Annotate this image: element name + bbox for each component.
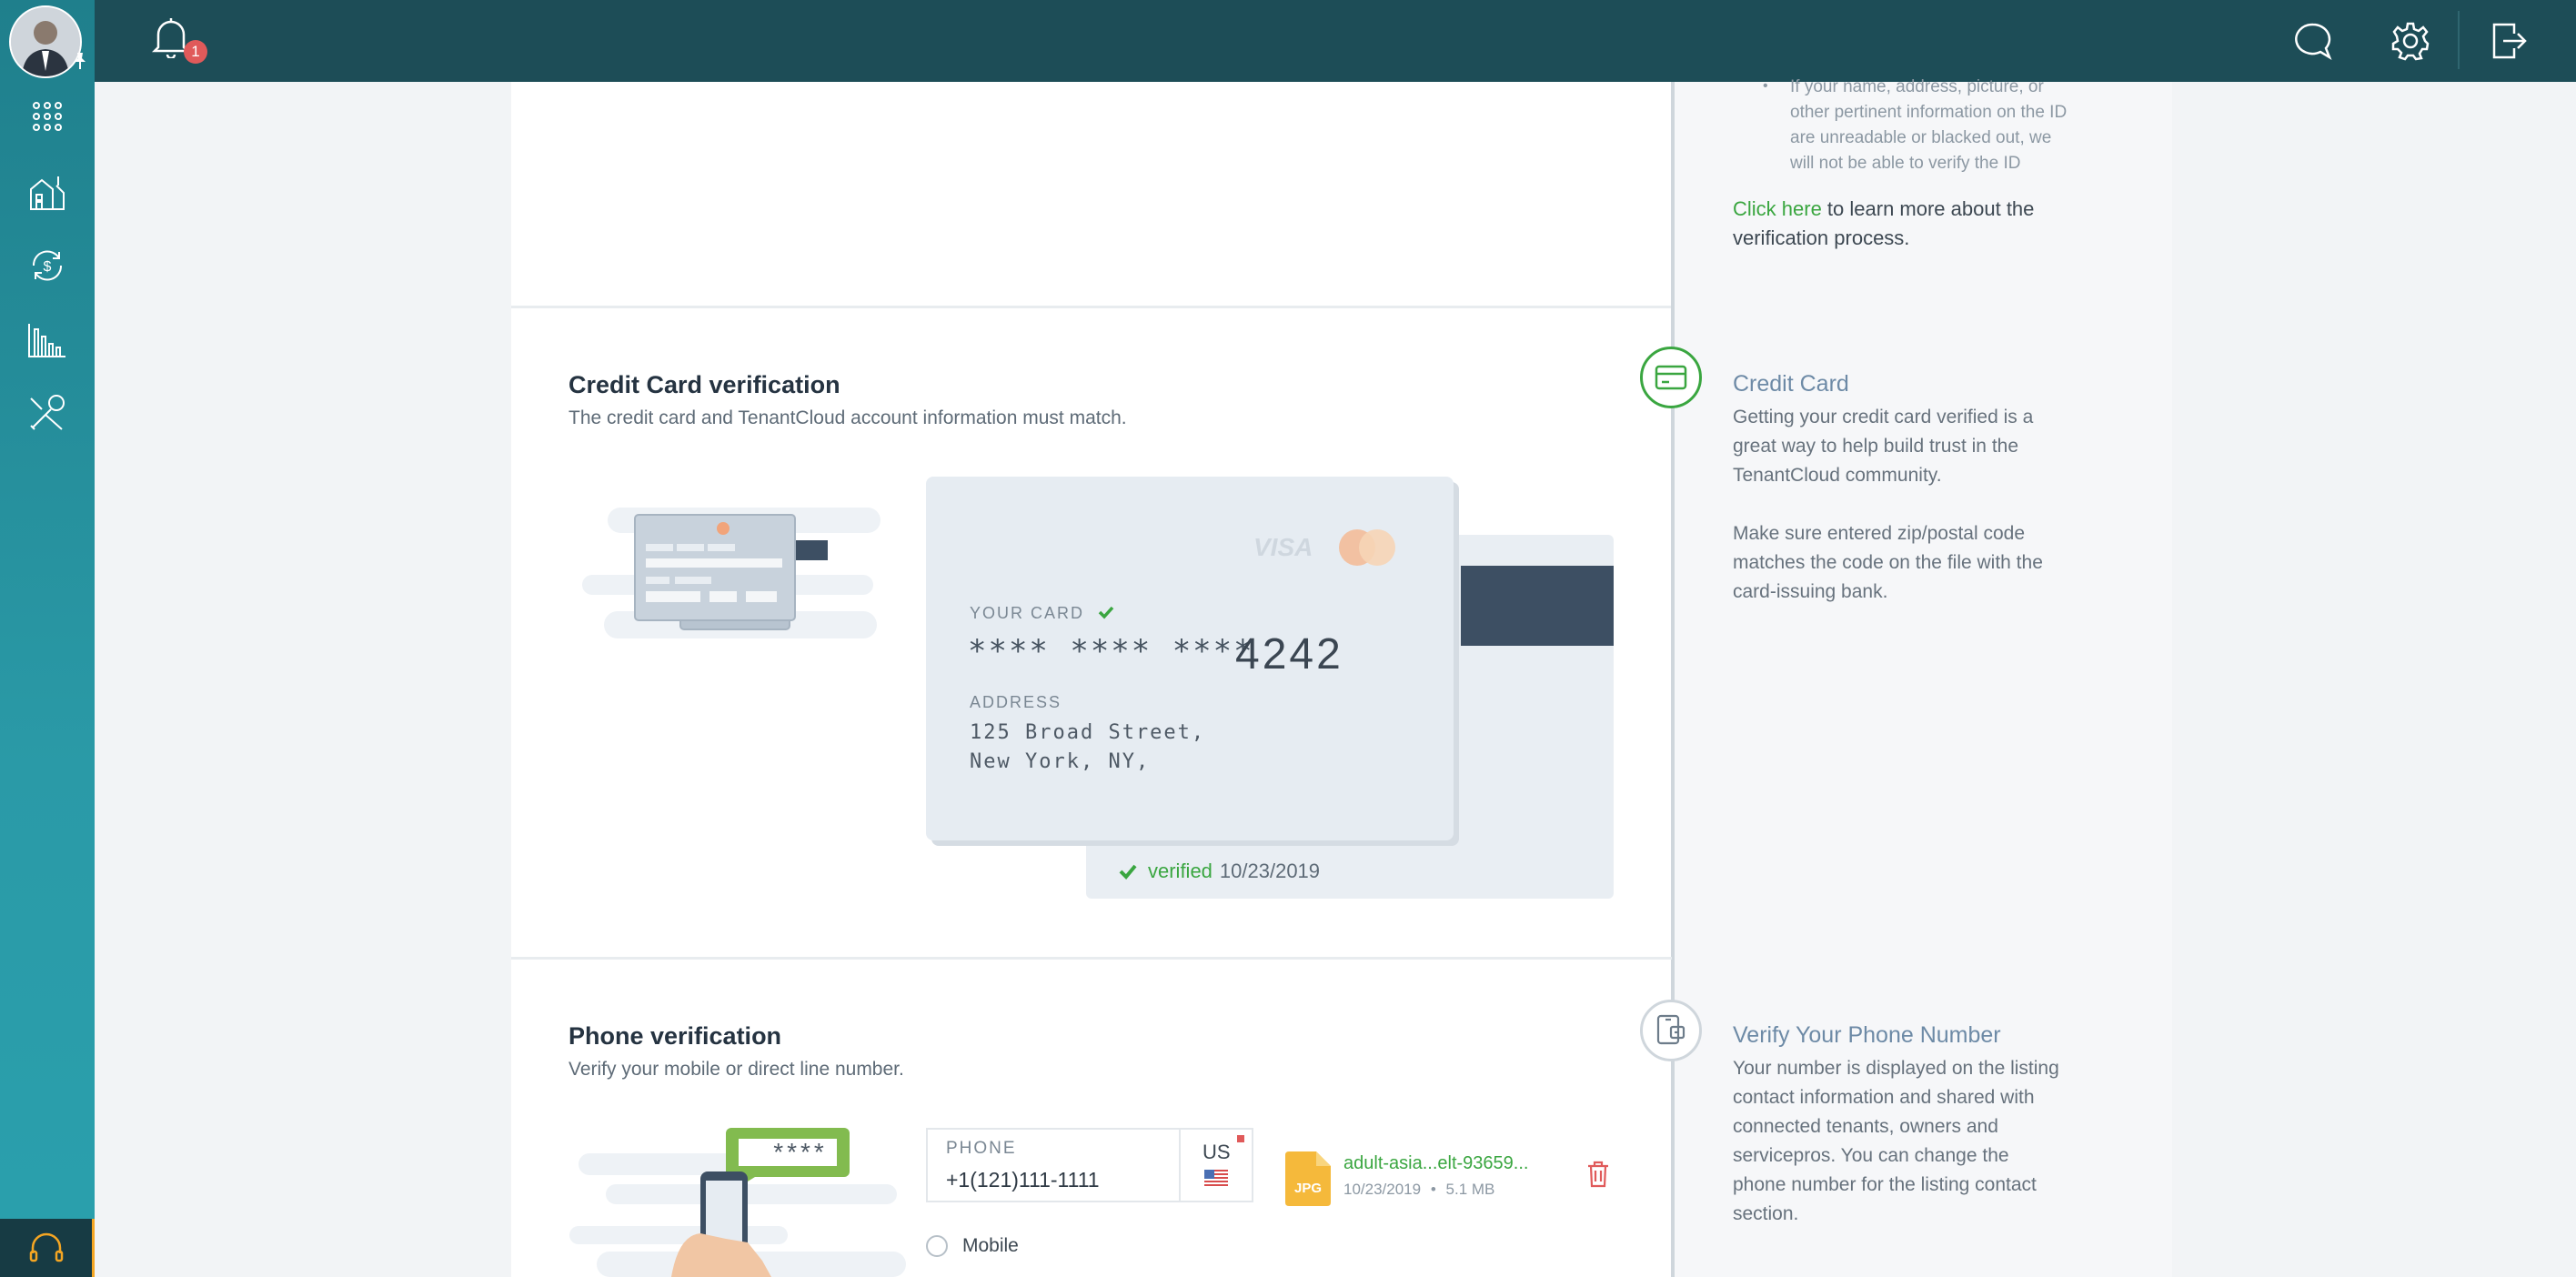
mobile-radio[interactable] xyxy=(926,1235,948,1257)
info-line: TenantCloud community. xyxy=(1733,465,1942,486)
section-divider xyxy=(511,306,1672,308)
sidebar-item-apps[interactable] xyxy=(0,80,95,153)
info-line: contact information and shared with xyxy=(1733,1087,2035,1108)
phone-title: Phone verification xyxy=(569,1022,782,1050)
top-bar xyxy=(0,0,2576,82)
check-icon xyxy=(1119,864,1137,880)
mastercard-logo xyxy=(1339,529,1395,566)
sidebar: $ xyxy=(0,0,95,1277)
toolbar-divider xyxy=(2458,11,2460,69)
code-bubble-text: **** xyxy=(773,1138,828,1166)
card-last4: 4242 xyxy=(1235,630,1343,679)
pin-icon[interactable] xyxy=(71,51,89,76)
phone-subtitle: Verify your mobile or direct line number… xyxy=(569,1059,904,1080)
sidebar-item-maintenance[interactable] xyxy=(0,377,95,449)
id-requirement-line: other pertinent information on the ID xyxy=(1790,103,2068,122)
click-here-link[interactable]: Click here xyxy=(1733,197,1822,220)
id-requirement-line: If your name, address, picture, or xyxy=(1790,77,2044,96)
file-meta: 10/23/2019 • 5.1 MB xyxy=(1343,1181,1494,1199)
gear-icon xyxy=(2391,22,2430,61)
logout-icon xyxy=(2492,23,2527,59)
notifications-button[interactable]: 1 xyxy=(151,16,207,64)
accounting-icon: $ xyxy=(32,250,63,281)
phone-field-value[interactable]: +1(121)111-1111 xyxy=(946,1168,1100,1192)
credit-card-subtitle: The credit card and TenantCloud account … xyxy=(569,407,1127,428)
file-size: 5.1 MB xyxy=(1445,1181,1495,1198)
info-line: Your number is displayed on the listing xyxy=(1733,1058,2059,1079)
phone-field-label: PHONE xyxy=(946,1139,1017,1158)
verified-status: verified 10/23/2019 xyxy=(1086,844,1614,899)
sidebar-item-reports[interactable] xyxy=(0,304,95,377)
chat-icon xyxy=(2295,23,2332,60)
phone-info-title: Verify Your Phone Number xyxy=(1733,1022,2001,1048)
address-line: 125 Broad Street, xyxy=(970,721,1206,744)
timeline-line xyxy=(1671,82,1674,1277)
info-line: servicepros. You can change the xyxy=(1733,1145,2009,1166)
credit-card-info-title: Credit Card xyxy=(1733,371,1849,397)
trash-icon xyxy=(1588,1161,1608,1188)
id-requirement-line: are unreadable or blacked out, we xyxy=(1790,128,2052,147)
maintenance-tools-icon xyxy=(30,395,65,430)
required-marker xyxy=(1237,1135,1244,1142)
support-button[interactable] xyxy=(0,1219,95,1277)
verified-label: verified xyxy=(1148,860,1213,882)
credit-card-step-icon xyxy=(1640,347,1702,408)
info-line: Make sure entered zip/postal code xyxy=(1733,523,2026,544)
your-card-text: YOUR CARD xyxy=(970,604,1085,622)
section-divider xyxy=(511,957,1672,960)
card-address: 125 Broad Street, New York, NY, xyxy=(970,719,1205,777)
headset-icon xyxy=(29,1232,63,1262)
file-date: 10/23/2019 xyxy=(1343,1181,1422,1198)
phone-info-text: Your number is displayed on the listing … xyxy=(1733,1054,2115,1229)
info-line: phone number for the listing contact xyxy=(1733,1174,2037,1195)
credit-card-title: Credit Card verification xyxy=(569,371,840,398)
id-requirement-text: If your name, address, picture, or other… xyxy=(1790,75,2067,176)
info-line: matches the code on the file with the xyxy=(1733,552,2043,573)
credit-card-icon xyxy=(1655,365,1687,390)
reports-icon xyxy=(28,324,65,357)
address-label: ADDRESS xyxy=(970,693,1062,711)
us-flag-icon xyxy=(1204,1170,1228,1186)
mobile-radio-label[interactable]: Mobile xyxy=(962,1235,1019,1257)
info-line: Getting your credit card verified is a xyxy=(1733,407,2034,427)
messages-button[interactable] xyxy=(2285,0,2343,82)
apps-grid-icon xyxy=(33,102,62,131)
properties-icon xyxy=(30,176,65,210)
address-line: New York, NY, xyxy=(970,750,1151,773)
sidebar-item-properties[interactable] xyxy=(0,156,95,229)
learn-more-suffix-2: verification process. xyxy=(1733,226,1910,249)
svg-text:$: $ xyxy=(44,259,52,275)
file-name-link[interactable]: adult-asia...elt-93659... xyxy=(1343,1153,1528,1174)
info-line: section. xyxy=(1733,1203,1799,1224)
learn-more-text: Click here to learn more about the verif… xyxy=(1733,195,2034,253)
id-requirement-bullet: • xyxy=(1763,78,1768,94)
logout-button[interactable] xyxy=(2480,0,2538,82)
country-select[interactable]: US xyxy=(1179,1128,1253,1202)
verified-date: 10/23/2019 xyxy=(1219,860,1321,882)
check-icon xyxy=(1098,606,1114,619)
phone-verify-icon xyxy=(1656,1014,1685,1045)
credit-card-front: VISA YOUR CARD **** **** **** 4242 ADDRE… xyxy=(926,477,1454,840)
settings-button[interactable] xyxy=(2381,0,2440,82)
magnetic-stripe xyxy=(1461,566,1614,646)
info-line: card-issuing bank. xyxy=(1733,581,1888,602)
credit-card-info-text: Getting your credit card verified is a g… xyxy=(1733,403,2115,607)
info-line: connected tenants, owners and xyxy=(1733,1116,1998,1137)
file-type-label: JPG xyxy=(1293,1181,1322,1196)
info-line: great way to help build trust in the xyxy=(1733,436,2019,457)
jpg-file-icon: JPG xyxy=(1285,1151,1331,1206)
phone-step-icon xyxy=(1640,1000,1702,1061)
masked-card-number: **** **** **** xyxy=(968,633,1254,669)
country-code: US xyxy=(1202,1141,1231,1163)
visa-logo: VISA xyxy=(1253,533,1313,561)
id-requirement-line: will not be able to verify the ID xyxy=(1790,154,2021,173)
credit-card-illustration xyxy=(582,508,880,638)
your-card-label: YOUR CARD xyxy=(970,604,1114,623)
learn-more-suffix: to learn more about the xyxy=(1821,197,2035,220)
notification-count-badge: 1 xyxy=(184,40,207,64)
delete-file-button[interactable] xyxy=(1586,1161,1612,1190)
meta-dot: • xyxy=(1430,1181,1436,1198)
sidebar-item-accounting[interactable]: $ xyxy=(0,229,95,302)
